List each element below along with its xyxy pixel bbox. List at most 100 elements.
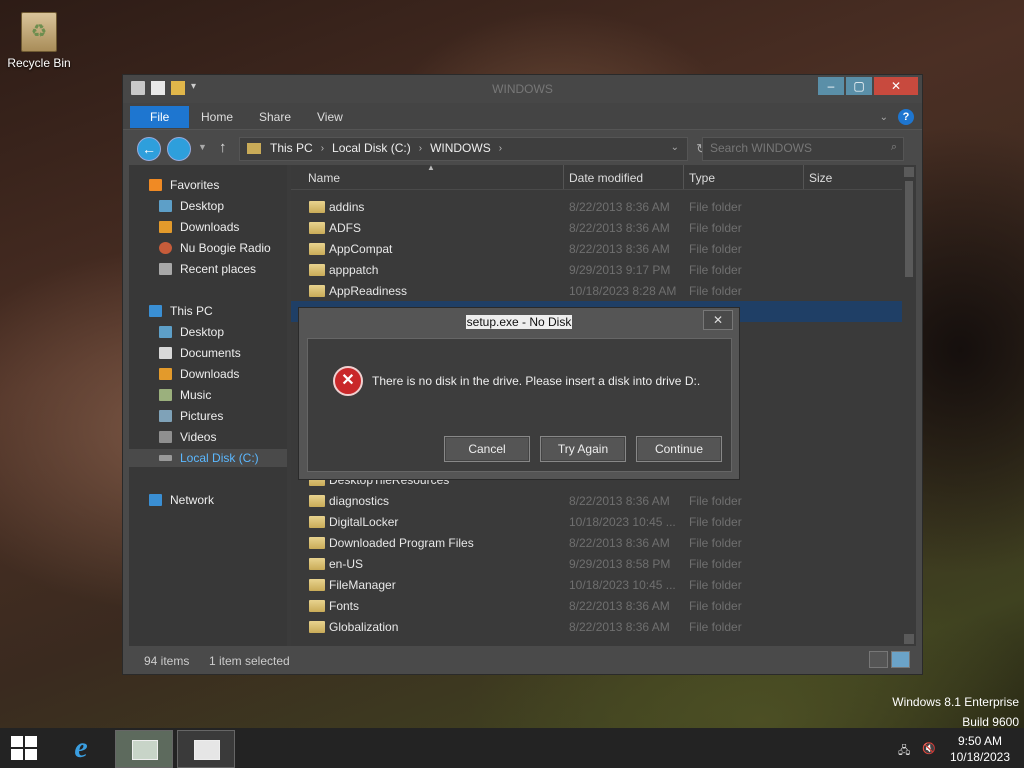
ribbon: File Home Share View ⌄ ? [123,103,922,130]
nav-network[interactable]: Network [149,491,307,509]
scroll-down-icon[interactable] [904,634,914,644]
music-icon [159,389,172,401]
table-row[interactable]: DigitalLocker 10/18/2023 10:45 ... File fo… [291,511,902,532]
start-button[interactable] [10,735,38,761]
cancel-button[interactable]: Cancel [444,436,530,462]
column-date-modified[interactable]: Date modified [569,171,643,185]
window-icon [194,740,220,760]
navigation-bar: ← ▼ ↑ This PC › Local Disk (C:) › WINDOW… [123,130,922,166]
folder-icon [309,243,325,255]
details-view-icon[interactable] [869,651,888,668]
address-dropdown-icon[interactable]: ⌄ [671,142,679,153]
table-row[interactable]: diagnostics 8/22/2013 8:36 AM File folder [291,490,902,511]
table-row[interactable]: AppReadiness 10/18/2023 8:28 AM File folde… [291,280,902,301]
taskbar-file-explorer[interactable] [115,730,173,768]
tab-share[interactable]: Share [245,106,305,128]
nav-pc-local-disk[interactable]: Local Disk (C:) [129,449,287,467]
tab-view[interactable]: View [303,106,357,128]
dialog-close-button[interactable]: ✕ [703,310,733,330]
maximize-button[interactable]: ▢ [846,77,872,95]
continue-button[interactable]: Continue [636,436,722,462]
folder-icon [309,201,325,213]
table-row[interactable]: AppCompat 8/22/2013 8:36 AM File folder [291,238,902,259]
large-icons-view-icon[interactable] [891,651,910,668]
recycle-bin-icon [21,12,57,52]
folder-icon [309,537,325,549]
star-icon [149,179,162,191]
radio-icon [159,242,172,254]
try-again-button[interactable]: Try Again [540,436,626,462]
close-button[interactable]: ✕ [874,77,918,95]
recent-locations-icon[interactable]: ▼ [198,142,207,152]
downloads-icon [159,368,172,380]
file-explorer-icon [132,740,158,760]
scroll-thumb[interactable] [905,181,913,277]
volume-muted-icon[interactable]: 🔇 [922,742,936,755]
address-bar[interactable]: This PC › Local Disk (C:) › WINDOWS › ⌄ … [239,137,707,161]
status-bar: 94 items 1 item selected [123,646,922,674]
search-input[interactable] [703,138,880,158]
back-button[interactable]: ← [137,137,161,161]
column-resize-handle[interactable] [803,165,804,189]
breadcrumb-local-disk[interactable]: Local Disk (C:) [332,141,411,155]
chevron-right-icon[interactable]: › [499,143,502,154]
folder-icon [309,495,325,507]
table-row[interactable]: en-US 9/29/2013 8:58 PM File folder [291,553,902,574]
folder-icon [309,558,325,570]
window-title: WINDOWS [492,82,553,96]
clock-time: 9:50 AM [957,734,1002,748]
search-box[interactable]: ⌕ [702,137,904,161]
os-watermark: Windows 8.1 Enterprise Build 9600 [892,692,1019,732]
network-error-icon[interactable]: 🖧 [898,742,912,757]
dialog-title[interactable]: setup.exe - No Disk [299,315,739,329]
column-type[interactable]: Type [689,171,715,185]
recent-places-icon [159,263,172,275]
tab-file[interactable]: File [130,106,190,128]
column-name[interactable]: Name [308,171,340,185]
folder-icon [309,621,325,633]
clock-date: 10/18/2023 [949,750,1010,764]
nav-favorites[interactable]: Favorites [149,176,307,194]
column-header: ▲ Name Date modified Type Size [291,165,902,190]
taskbar-dialog-window[interactable] [177,730,235,768]
folder-icon [247,143,261,154]
desktop-icon [159,326,172,338]
table-row[interactable]: ADFS 8/22/2013 8:36 AM File folder [291,217,902,238]
column-resize-handle[interactable] [563,165,564,189]
column-size[interactable]: Size [809,171,832,185]
internet-explorer-icon[interactable]: e [64,733,98,763]
forward-button[interactable] [167,137,191,161]
breadcrumb-this-pc[interactable]: This PC [270,141,313,155]
vertical-scrollbar[interactable] [902,165,916,646]
scroll-up-icon[interactable] [904,167,914,177]
downloads-icon [159,221,172,233]
help-icon[interactable]: ? [898,109,914,125]
sort-ascending-icon: ▲ [427,165,435,172]
dialog-body: ✕ There is no disk in the drive. Please … [307,338,732,472]
dialog-message: There is no disk in the drive. Please in… [372,374,701,388]
search-icon[interactable]: ⌕ [891,141,897,154]
table-row[interactable]: FileManager 10/18/2023 10:45 ... File fold… [291,574,902,595]
folder-icon [309,579,325,591]
table-row[interactable]: Fonts 8/22/2013 8:36 AM File folder [291,595,902,616]
column-resize-handle[interactable] [683,165,684,189]
table-row[interactable]: addins 8/22/2013 8:36 AM File folder [291,196,902,217]
title-bar[interactable]: ▾ WINDOWS – ▢ ✕ [123,75,922,103]
table-row[interactable]: apppatch 9/29/2013 9:17 PM File folder [291,259,902,280]
breadcrumb-windows[interactable]: WINDOWS [430,141,491,155]
recycle-bin[interactable]: Recycle Bin [6,12,72,70]
chevron-right-icon[interactable]: › [419,143,422,154]
clock[interactable]: 9:50 AM 10/18/2023 [950,733,1010,765]
table-row[interactable]: Globalization 8/22/2013 8:36 AM File folde… [291,616,902,637]
minimize-button[interactable]: – [818,77,844,95]
selection-count: 1 item selected [209,654,290,668]
table-row[interactable]: Downloaded Program Files 8/22/2013 8:36 A… [291,532,902,553]
up-arrow-icon[interactable]: ↑ [219,139,227,156]
ribbon-expand-icon[interactable]: ⌄ [880,112,888,123]
error-icon: ✕ [333,366,363,396]
navigation-pane: Favorites Desktop Downloads Nu Boogie Ra… [129,165,287,646]
nav-this-pc[interactable]: This PC [149,302,307,320]
tab-home[interactable]: Home [187,106,247,128]
chevron-right-icon[interactable]: › [321,143,324,154]
computer-icon [149,305,162,317]
